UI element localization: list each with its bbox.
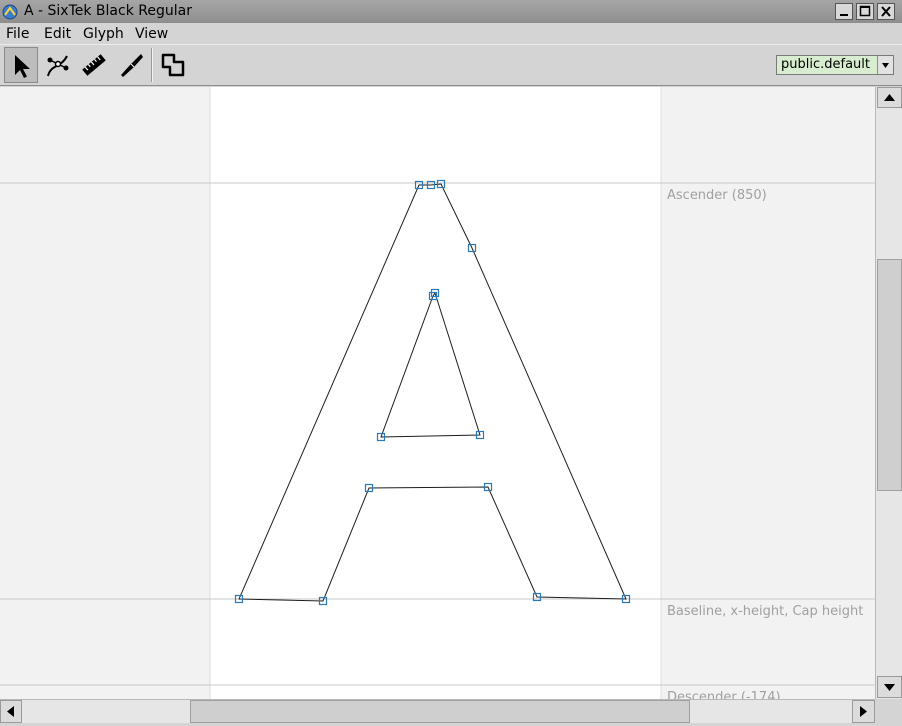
pen-tool[interactable] [40,47,74,83]
scrollbar-corner [875,699,902,723]
glyph-advance-area [210,87,661,699]
menu-view[interactable]: View [135,26,168,42]
minimize-icon [840,14,848,16]
dropdown-arrow-icon [882,63,889,68]
shape-rectangle-icon [161,53,185,77]
ruler-tool[interactable] [76,47,110,83]
glyph-editor-app-icon [2,4,18,20]
arrow-up-icon [884,94,895,101]
baseline-label: Baseline, x-height, Cap height [667,604,863,619]
glyph-view[interactable]: Ascender (850) Baseline, x-height, Cap h… [0,87,875,699]
descender-label: Descender (-174) [667,690,781,699]
close-icon [881,6,891,17]
scroll-down-button[interactable] [877,676,902,698]
vertical-scroll-thumb[interactable] [877,259,902,491]
vertical-scrollbar[interactable] [875,87,902,699]
layer-select[interactable]: public.default [776,55,894,75]
maximize-icon [859,5,871,17]
arrow-cursor-icon [15,55,30,78]
arrow-left-icon [7,706,14,717]
horizontal-scroll-thumb[interactable] [190,700,690,723]
minimize-button[interactable] [835,3,853,20]
layer-select-value: public.default [781,57,870,72]
ruler-icon [82,54,106,76]
scroll-right-button[interactable] [852,700,875,723]
shapes-tool[interactable] [155,47,189,83]
ascender-label: Ascender (850) [667,188,767,203]
maximize-button[interactable] [856,3,874,20]
menu-glyph[interactable]: Glyph [83,26,124,42]
close-button[interactable] [877,3,895,20]
scroll-left-button[interactable] [0,700,22,723]
menu-file[interactable]: File [6,26,29,42]
glyph-canvas[interactable]: Ascender (850) Baseline, x-height, Cap h… [0,87,875,699]
toolbar: public.default [0,44,902,86]
title-bar: A - SixTek Black Regular [0,0,902,24]
toolbar-separator [151,48,153,82]
horizontal-scrollbar[interactable] [0,699,875,723]
pen-bezier-icon [47,55,69,77]
layer-select-arrow[interactable] [877,56,893,74]
menu-bar: File Edit Glyph View [0,23,902,44]
arrow-right-icon [860,706,867,717]
arrow-down-icon [884,684,895,691]
selection-tool[interactable] [4,47,38,83]
knife-tool[interactable] [114,47,148,83]
menu-edit[interactable]: Edit [44,26,71,42]
scroll-up-button[interactable] [877,87,902,108]
window-title: A - SixTek Black Regular [24,3,192,19]
knife-icon [121,54,143,77]
